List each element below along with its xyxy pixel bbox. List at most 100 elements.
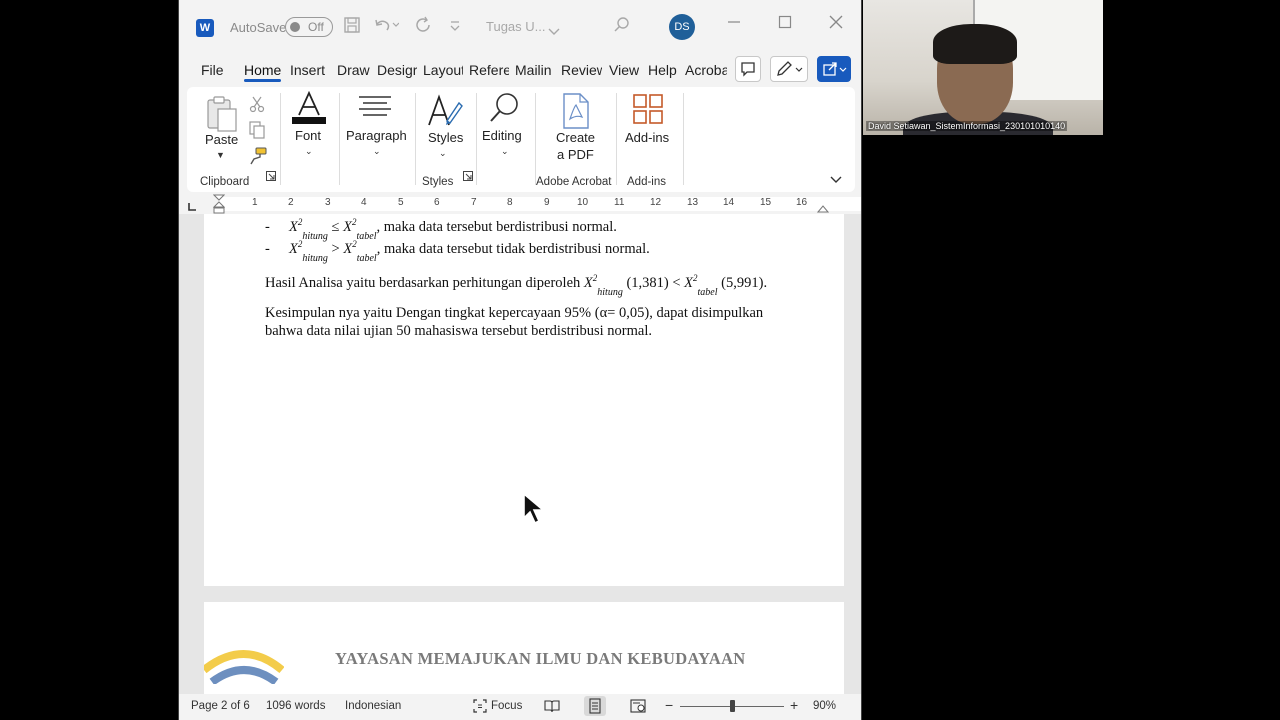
tab-layout[interactable]: Layout bbox=[423, 62, 463, 78]
tab-insert[interactable]: Insert bbox=[290, 62, 325, 78]
ruler-number: 6 bbox=[434, 197, 440, 208]
share-icon bbox=[823, 62, 847, 76]
pen-icon bbox=[777, 61, 803, 76]
word-logo-icon: W bbox=[196, 19, 214, 37]
autosave-toggle[interactable]: Off bbox=[285, 17, 333, 37]
ruler-number: 15 bbox=[760, 197, 772, 208]
mouse-cursor-icon bbox=[522, 492, 546, 531]
editing-label: Editing bbox=[482, 128, 522, 143]
styles-dropdown-icon[interactable]: ⌄ bbox=[439, 148, 447, 159]
comments-button[interactable] bbox=[735, 56, 761, 82]
ribbon: Paste ▼ Clipboard Font ⌄ Paragraph ⌄ Sty… bbox=[187, 87, 855, 192]
letterhead-title: YAYASAN MEMAJUKAN ILMU DAN KEBUDAYAAN bbox=[335, 649, 746, 668]
redo-icon[interactable] bbox=[415, 16, 433, 39]
user-avatar[interactable]: DS bbox=[669, 14, 695, 40]
tab-review[interactable]: Review bbox=[561, 62, 602, 78]
chi-symbol: X bbox=[684, 274, 694, 291]
zoom-out-button[interactable]: − bbox=[665, 697, 673, 713]
zoom-slider-thumb[interactable] bbox=[729, 700, 735, 712]
tab-view[interactable]: View bbox=[609, 62, 639, 78]
tab-design[interactable]: Desigr bbox=[377, 62, 417, 78]
font-group[interactable]: Font ⌄ bbox=[281, 87, 339, 192]
share-button[interactable] bbox=[817, 56, 851, 82]
maximize-icon[interactable] bbox=[778, 15, 792, 34]
paragraph-group[interactable]: Paragraph ⌄ bbox=[340, 87, 415, 192]
participant-name: David Setiawan_SistemInformasi_230101010… bbox=[866, 121, 1068, 131]
ruler-number: 11 bbox=[614, 197, 625, 208]
close-icon[interactable] bbox=[829, 15, 843, 34]
chi-symbol: X bbox=[343, 218, 352, 235]
styles-label[interactable]: Styles bbox=[428, 130, 463, 145]
chi-symbol: X bbox=[289, 240, 298, 257]
addins-label[interactable]: Add-ins bbox=[625, 130, 669, 145]
format-painter-icon[interactable] bbox=[249, 147, 267, 170]
horizontal-ruler[interactable]: 1 2 3 4 5 6 7 8 9 10 11 12 13 14 15 16 bbox=[179, 194, 861, 214]
cut-icon[interactable] bbox=[249, 95, 265, 118]
tab-file[interactable]: File bbox=[201, 62, 224, 78]
title-dropdown-icon[interactable] bbox=[548, 21, 560, 41]
superscript: 2 bbox=[352, 239, 357, 249]
analysis-prefix: Hasil Analisa yaitu berdasarkan perhitun… bbox=[265, 274, 584, 291]
ribbon-separator bbox=[683, 93, 684, 185]
web-layout-icon[interactable] bbox=[630, 699, 646, 718]
document-canvas[interactable]: - X2hitung ≤ X2tabel, maka data tersebut… bbox=[179, 214, 861, 694]
read-mode-icon[interactable] bbox=[544, 699, 560, 718]
paste-dropdown-icon[interactable]: ▼ bbox=[216, 150, 225, 160]
ruler-number: 13 bbox=[687, 197, 699, 208]
undo-icon[interactable] bbox=[373, 16, 400, 39]
copy-icon[interactable] bbox=[249, 121, 265, 144]
styles-launcher-icon[interactable] bbox=[463, 168, 473, 186]
focus-label: Focus bbox=[491, 700, 523, 712]
font-label: Font bbox=[295, 128, 322, 143]
collapse-ribbon-icon[interactable] bbox=[829, 172, 843, 190]
word-count[interactable]: 1096 words bbox=[266, 700, 325, 712]
ruler-number: 10 bbox=[577, 197, 589, 208]
clipboard-group: Paste ▼ Clipboard bbox=[187, 87, 279, 192]
paragraph-label: Paragraph bbox=[346, 128, 407, 143]
editing-group[interactable]: Editing ⌄ bbox=[477, 87, 535, 192]
ruler-number: 2 bbox=[288, 197, 294, 208]
page-3[interactable]: YAYASAN MEMAJUKAN ILMU DAN KEBUDAYAAN bbox=[201, 602, 844, 694]
superscript: 2 bbox=[297, 239, 303, 249]
chi-symbol: X bbox=[583, 274, 593, 291]
conclusion-line-2: bahwa data nilai ujian 50 mahasiswa ters… bbox=[265, 323, 652, 339]
language-indicator[interactable]: Indonesian bbox=[345, 700, 401, 712]
document-title[interactable]: Tugas U... bbox=[486, 19, 545, 34]
search-icon[interactable] bbox=[613, 16, 631, 39]
addins-icon[interactable] bbox=[633, 94, 663, 129]
ruler-number: 12 bbox=[650, 197, 662, 208]
editing-mode-button[interactable] bbox=[770, 56, 808, 82]
minimize-icon[interactable] bbox=[727, 15, 741, 34]
tab-acrobat[interactable]: Acroba bbox=[685, 62, 727, 78]
page-count[interactable]: Page 2 of 6 bbox=[191, 700, 250, 712]
print-layout-button[interactable] bbox=[584, 696, 606, 716]
font-dropdown-icon: ⌄ bbox=[305, 146, 313, 156]
save-icon[interactable] bbox=[343, 16, 361, 39]
tab-help[interactable]: Help bbox=[648, 62, 677, 78]
zoom-level[interactable]: 90% bbox=[813, 700, 836, 712]
tab-mailings[interactable]: Mailin bbox=[515, 62, 555, 78]
editing-dropdown-icon: ⌄ bbox=[501, 146, 509, 156]
tab-home[interactable]: Home bbox=[244, 62, 282, 82]
institution-logo-icon bbox=[201, 644, 285, 689]
customize-toolbar-icon[interactable] bbox=[449, 18, 461, 38]
subscript-hitung: hitung bbox=[597, 286, 623, 298]
create-pdf-icon[interactable] bbox=[561, 93, 591, 134]
ruler-number: 3 bbox=[325, 197, 331, 208]
addins-group: Add-ins Add-ins bbox=[617, 87, 683, 192]
ruler-number: 14 bbox=[723, 197, 735, 208]
title-bar: W AutoSave Off Tugas U... DS bbox=[179, 0, 861, 54]
ruler-number: 7 bbox=[471, 197, 477, 208]
zoom-in-button[interactable]: + bbox=[790, 697, 798, 713]
ruler-number: 8 bbox=[507, 197, 513, 208]
subscript-tabel: tabel bbox=[356, 252, 377, 264]
tab-references[interactable]: Refere bbox=[469, 62, 509, 78]
tab-draw[interactable]: Draw bbox=[337, 62, 370, 78]
zoom-slider[interactable] bbox=[680, 700, 784, 712]
rule-2-text: , maka data tersebut tidak berdistribusi… bbox=[376, 240, 650, 257]
toggle-knob bbox=[290, 22, 300, 32]
autosave-label: AutoSave bbox=[230, 20, 287, 35]
rule-1-text: , maka data tersebut berdistribusi norma… bbox=[376, 218, 617, 235]
status-bar: Page 2 of 6 1096 words Indonesian Focus … bbox=[179, 694, 861, 720]
clipboard-launcher-icon[interactable] bbox=[266, 168, 276, 186]
